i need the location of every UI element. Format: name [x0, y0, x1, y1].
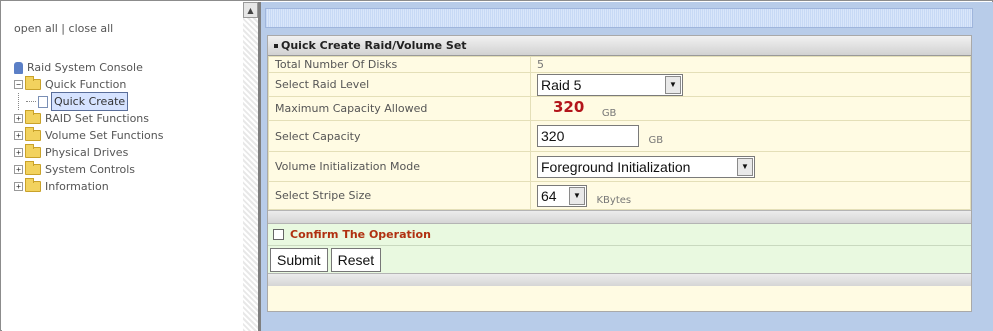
- triangle-down-icon[interactable]: ▼: [737, 157, 753, 176]
- max-capacity-unit: GB: [601, 108, 617, 119]
- table-row: Maximum Capacity Allowed 320 GB: [268, 96, 971, 121]
- tree-root[interactable]: Raid System Console: [14, 59, 164, 76]
- nav-tree: Raid System Console − Quick Function Qui…: [14, 59, 164, 195]
- submit-button[interactable]: Submit: [270, 247, 328, 272]
- capacity-unit: GB: [648, 135, 664, 146]
- stripe-size-unit: KBytes: [596, 194, 632, 206]
- tree-connector: [18, 93, 26, 110]
- stripe-size-label: Select Stripe Size: [268, 181, 531, 210]
- minus-box-icon[interactable]: −: [14, 80, 23, 89]
- content-pane: Quick Create Raid/Volume Set Total Numbe…: [261, 2, 993, 331]
- tree-root-label: Raid System Console: [27, 61, 143, 74]
- max-capacity-label: Maximum Capacity Allowed: [268, 96, 531, 121]
- tree-item-label: Volume Set Functions: [45, 129, 164, 142]
- disks-label: Total Number Of Disks: [268, 56, 531, 73]
- panel-footer: [268, 274, 971, 286]
- tree-item-label: RAID Set Functions: [45, 112, 150, 125]
- raid-level-value: Raid 5: [541, 76, 582, 93]
- table-row: Select Capacity 320 GB: [268, 120, 971, 152]
- raid-level-select[interactable]: Raid 5 ▼: [537, 73, 683, 96]
- stripe-size-value: 64: [541, 187, 557, 204]
- capacity-input[interactable]: 320: [537, 125, 639, 147]
- stripe-size-cell: 64 ▼ KBytes: [530, 181, 971, 210]
- select-capacity-label: Select Capacity: [268, 120, 531, 152]
- folder-icon: [25, 161, 41, 175]
- header-banner: [265, 8, 973, 28]
- folder-icon: [25, 110, 41, 124]
- settings-table: Total Number Of Disks 5 Select Raid Leve…: [268, 56, 971, 210]
- plus-box-icon[interactable]: +: [14, 182, 23, 191]
- plus-box-icon[interactable]: +: [14, 165, 23, 174]
- open-close-links: open all | close all: [14, 22, 113, 35]
- tree-pane: open all | close all Raid System Console…: [2, 2, 243, 331]
- page-icon: [38, 95, 48, 108]
- raid-level-cell: Raid 5 ▼: [530, 72, 971, 97]
- init-mode-cell: Foreground Initialization ▼: [530, 151, 971, 182]
- table-row: Select Raid Level Raid 5 ▼: [268, 72, 971, 97]
- console-icon: [14, 61, 23, 74]
- tree-item-physical-drives[interactable]: + Physical Drives: [14, 144, 164, 161]
- triangle-down-icon[interactable]: ▼: [569, 186, 585, 205]
- plus-box-icon[interactable]: +: [14, 114, 23, 123]
- table-row: Volume Initialization Mode Foreground In…: [268, 151, 971, 182]
- tree-item-label: Quick Function: [45, 78, 127, 91]
- triangle-up-icon[interactable]: ▲: [243, 2, 258, 18]
- confirm-label[interactable]: Confirm The Operation: [290, 228, 431, 241]
- stripe-size-select[interactable]: 64 ▼: [537, 184, 587, 207]
- select-capacity-cell: 320 GB: [530, 120, 971, 152]
- tree-item-system-controls[interactable]: + System Controls: [14, 161, 164, 178]
- confirm-checkbox[interactable]: [273, 229, 284, 240]
- init-mode-select[interactable]: Foreground Initialization ▼: [537, 155, 755, 178]
- folder-icon: [25, 127, 41, 141]
- tree-item-volume-set-functions[interactable]: + Volume Set Functions: [14, 127, 164, 144]
- max-capacity-cell: 320 GB: [530, 96, 971, 121]
- window-frame: open all | close all Raid System Console…: [0, 0, 993, 331]
- init-mode-value: Foreground Initialization: [541, 158, 691, 175]
- button-row: Submit Reset: [268, 246, 971, 274]
- reset-button[interactable]: Reset: [330, 247, 382, 272]
- tree-connector: [26, 101, 36, 102]
- tree-item-label: System Controls: [45, 163, 136, 176]
- tree-item-quick-function[interactable]: − Quick Function: [14, 76, 164, 93]
- section-divider: [268, 210, 971, 224]
- tree-item-raid-set-functions[interactable]: + RAID Set Functions: [14, 110, 164, 127]
- table-row: Total Number Of Disks 5: [268, 56, 971, 73]
- tree-item-quick-create[interactable]: Quick Create: [14, 92, 164, 111]
- quick-create-panel: Quick Create Raid/Volume Set Total Numbe…: [267, 35, 972, 312]
- folder-icon: [25, 144, 41, 158]
- confirm-row: Confirm The Operation: [268, 224, 971, 246]
- max-capacity-value: 320: [553, 98, 585, 116]
- disks-value: 5: [530, 56, 971, 73]
- close-all-link[interactable]: close all: [69, 22, 114, 35]
- tree-item-label: Information: [45, 180, 109, 193]
- table-row: Select Stripe Size 64 ▼ KBytes: [268, 181, 971, 210]
- plus-box-icon[interactable]: +: [14, 131, 23, 140]
- open-all-link[interactable]: open all: [14, 22, 58, 35]
- tree-scrollbar[interactable]: ▲: [243, 2, 258, 331]
- raid-level-label: Select Raid Level: [268, 72, 531, 97]
- tree-item-label: Quick Create: [51, 92, 129, 111]
- tree-item-label: Physical Drives: [45, 146, 129, 159]
- tree-item-information[interactable]: + Information: [14, 178, 164, 195]
- panel-title: Quick Create Raid/Volume Set: [268, 36, 971, 56]
- folder-icon: [25, 76, 41, 90]
- link-separator: |: [57, 22, 69, 35]
- panel-title-text: Quick Create Raid/Volume Set: [281, 39, 467, 52]
- init-mode-label: Volume Initialization Mode: [268, 151, 531, 182]
- plus-box-icon[interactable]: +: [14, 148, 23, 157]
- bullet-icon: [274, 43, 278, 48]
- folder-icon: [25, 178, 41, 192]
- triangle-down-icon[interactable]: ▼: [665, 75, 681, 94]
